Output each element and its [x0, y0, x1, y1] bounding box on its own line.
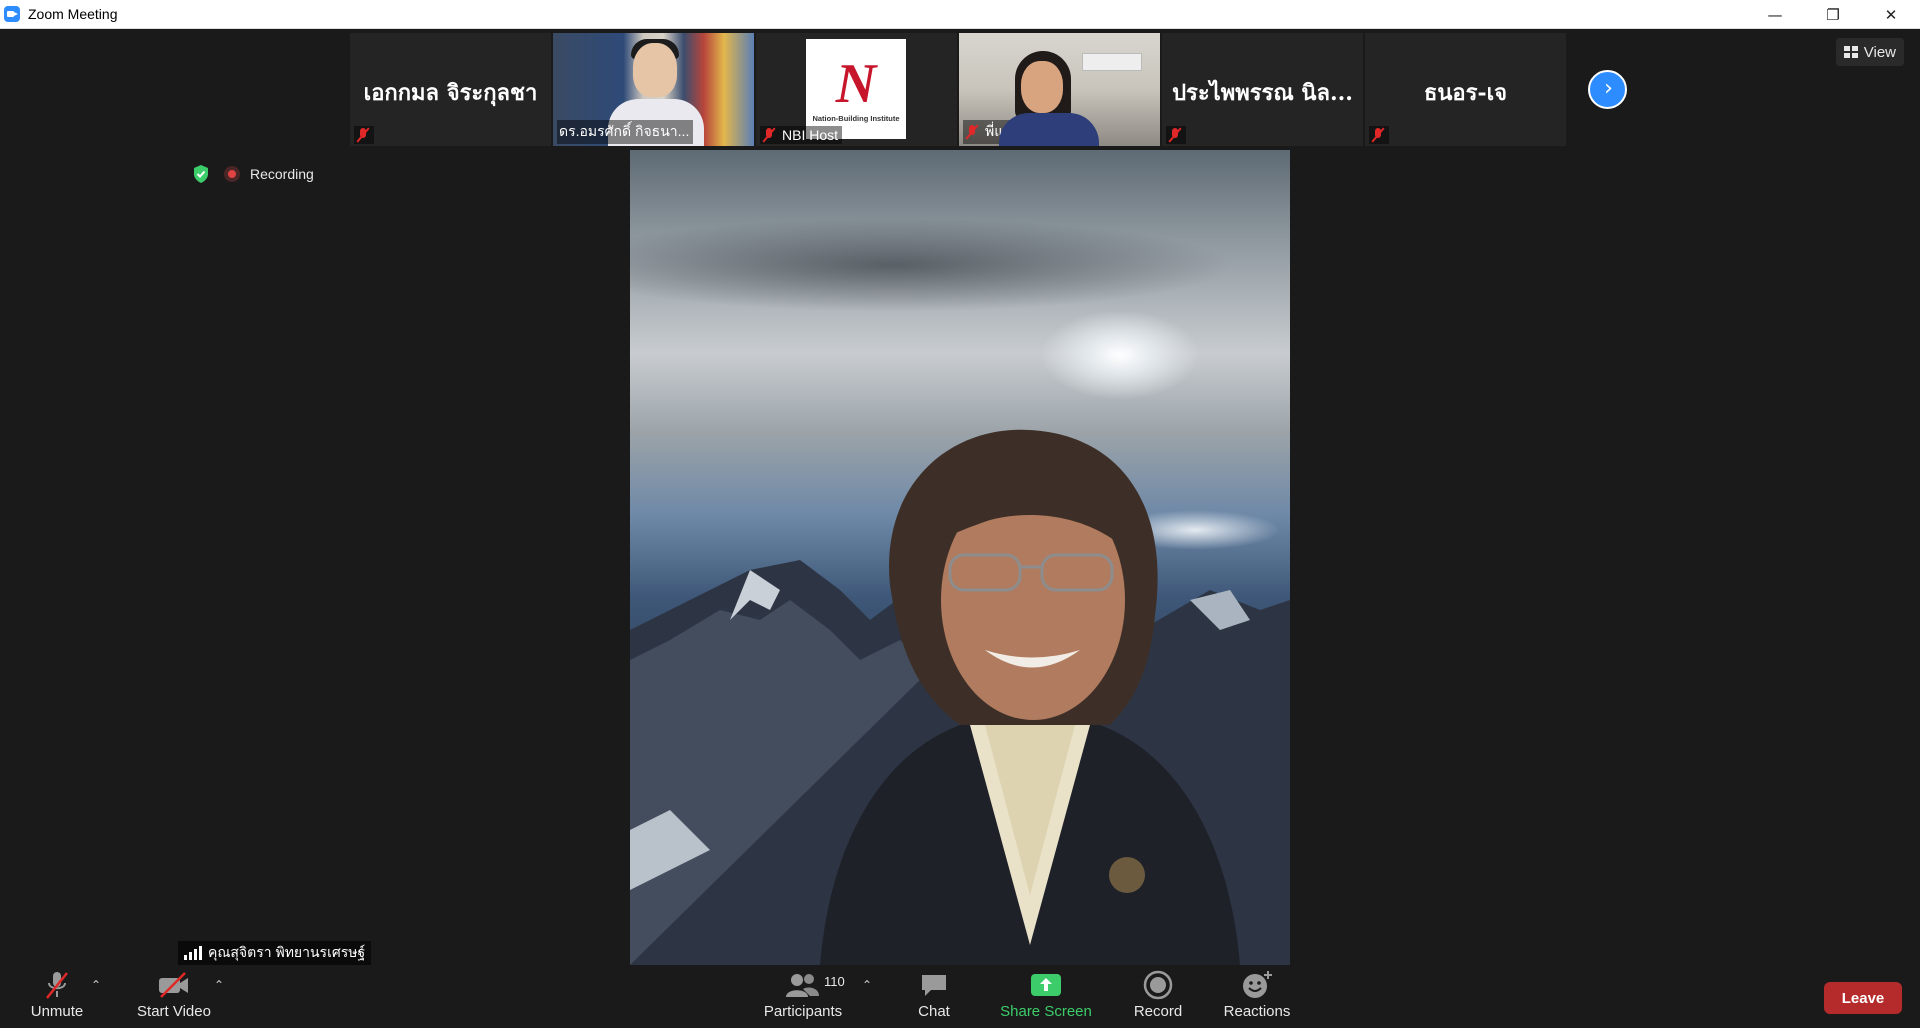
- participant-name: ธนอร-เจ: [1423, 80, 1508, 106]
- restore-button[interactable]: ❐: [1804, 0, 1862, 29]
- recording-label: Recording: [250, 166, 314, 182]
- unmute-button[interactable]: Unmute: [26, 966, 88, 1028]
- chevron-right-icon: ›: [1604, 76, 1613, 101]
- chat-label: Chat: [918, 1003, 950, 1020]
- video-off-icon: [157, 968, 191, 1002]
- window-titlebar: Zoom Meeting — ❐ ✕: [0, 0, 1920, 29]
- participant-name: ดร.อมรศักดิ์ กิจธนา...: [559, 123, 690, 139]
- window-title: Zoom Meeting: [28, 6, 118, 22]
- view-label: View: [1863, 43, 1896, 61]
- leave-button[interactable]: Leave: [1824, 982, 1902, 1014]
- nbi-logo: N Nation-Building Institute: [806, 39, 906, 139]
- share-screen-icon: [1030, 968, 1062, 1002]
- record-button[interactable]: Record: [1128, 966, 1188, 1028]
- participant-tile[interactable]: พี่แอ๋ว NBI7: [959, 33, 1160, 146]
- window-controls: — ❐ ✕: [1746, 0, 1920, 29]
- speaker-figure: [820, 429, 1240, 965]
- smiley-icon: [1241, 968, 1273, 1002]
- participant-name: ประไพพรรณ นิล...: [1172, 80, 1353, 106]
- tile-caption: ดร.อมรศักดิ์ กิจธนา...: [557, 120, 694, 144]
- tile-caption: [1369, 126, 1389, 144]
- participant-tile[interactable]: ธนอร-เจ: [1365, 33, 1566, 146]
- tile-caption: NBI Host: [760, 126, 843, 144]
- participants-icon: [785, 968, 821, 1002]
- logo-text: Nation-Building Institute: [812, 113, 900, 123]
- participant-tile[interactable]: ประไพพรรณ นิล...: [1162, 33, 1363, 146]
- mic-muted-icon: [965, 124, 979, 140]
- connection-signal-icon: [184, 946, 202, 960]
- active-speaker-name: คุณสุจิตรา พิทยานรเศรษฐ์: [208, 944, 366, 960]
- mic-muted-icon: [762, 127, 776, 143]
- reactions-button[interactable]: Reactions: [1222, 966, 1292, 1028]
- mic-muted-icon: [1168, 127, 1182, 143]
- main-video[interactable]: [630, 150, 1290, 965]
- participant-name: เอกกมล จิระกุลชา: [363, 80, 538, 106]
- mic-muted-icon: [1371, 127, 1385, 143]
- reactions-label: Reactions: [1223, 1003, 1291, 1020]
- record-label: Record: [1133, 1003, 1183, 1020]
- tile-caption: [354, 126, 374, 144]
- mic-muted-icon: [356, 127, 370, 143]
- close-button[interactable]: ✕: [1862, 0, 1920, 29]
- chat-button[interactable]: Chat: [906, 966, 962, 1028]
- shield-check-icon[interactable]: [192, 164, 210, 184]
- share-screen-button[interactable]: Share Screen: [998, 966, 1094, 1028]
- meeting-toolbar: Unmute ⌃ Start Video ⌃ Participants 110 …: [0, 966, 1920, 1028]
- grid-view-icon: [1843, 46, 1858, 58]
- participants-count: 110: [824, 974, 845, 989]
- recording-dot-icon: [224, 166, 240, 182]
- participant-tile[interactable]: เอกกมล จิระกุลชา: [350, 33, 551, 146]
- audio-options-caret[interactable]: ⌃: [91, 978, 101, 992]
- zoom-app-icon: [4, 6, 20, 22]
- video-options-caret[interactable]: ⌃: [214, 978, 224, 992]
- participant-name: NBI Host: [782, 127, 839, 143]
- unmute-label: Unmute: [30, 1003, 84, 1020]
- gallery-strip: เอกกมล จิระกุลชา ดร.อมรศักดิ์ กิจธนา... …: [350, 33, 1566, 146]
- next-page-button[interactable]: ›: [1588, 70, 1627, 109]
- meeting-status: Recording: [192, 164, 314, 184]
- participants-label: Participants: [763, 1003, 843, 1020]
- record-icon: [1143, 968, 1173, 1002]
- share-screen-label: Share Screen: [1000, 1003, 1092, 1020]
- recording-indicator[interactable]: Recording: [224, 166, 314, 182]
- participants-options-caret[interactable]: ⌃: [862, 978, 872, 992]
- start-video-button[interactable]: Start Video: [133, 966, 215, 1028]
- start-video-label: Start Video: [137, 1003, 211, 1020]
- view-button[interactable]: View: [1835, 38, 1904, 66]
- participant-tile[interactable]: ดร.อมรศักดิ์ กิจธนา...: [553, 33, 754, 146]
- tile-caption: [1166, 126, 1186, 144]
- active-speaker-label: คุณสุจิตรา พิทยานรเศรษฐ์: [178, 941, 372, 965]
- participant-tile[interactable]: N Nation-Building Institute NBI Host: [756, 33, 957, 146]
- mic-muted-icon: [43, 968, 71, 1002]
- minimize-button[interactable]: —: [1746, 0, 1804, 29]
- chat-icon: [919, 968, 949, 1002]
